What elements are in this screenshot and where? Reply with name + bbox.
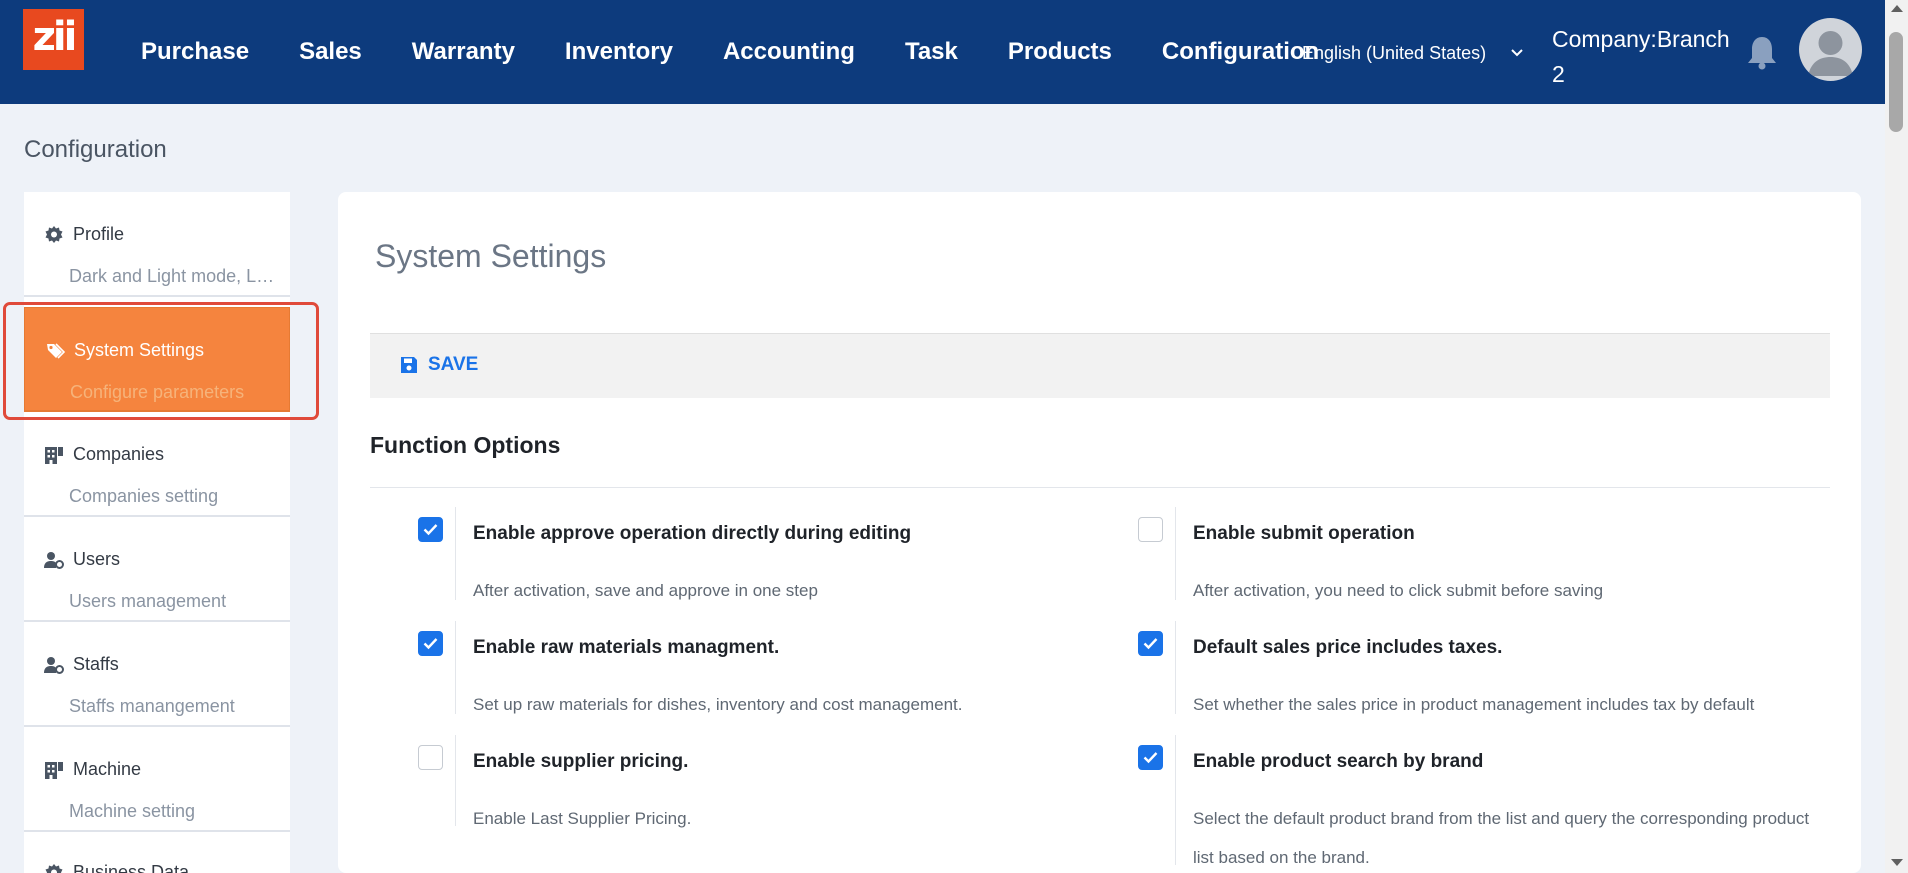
save-label: SAVE — [428, 354, 479, 375]
sidebar-item-subtitle: Companies setting — [69, 486, 219, 506]
user-cog-icon — [44, 551, 64, 569]
option-divider — [1175, 621, 1176, 714]
sidebar-item-label: Profile — [73, 224, 125, 244]
scroll-down-arrow-icon[interactable] — [1891, 859, 1903, 866]
section-title: Function Options — [370, 432, 561, 458]
sidebar-item-business-data[interactable]: Business Data — [24, 832, 290, 873]
option-checkbox[interactable] — [1138, 745, 1163, 770]
option-description: Select the default product brand from th… — [1193, 809, 1810, 867]
page-title: System Settings — [375, 238, 607, 274]
option-divider — [455, 507, 456, 600]
top-navbar: zii Purchase Sales Warranty Inventory Ac… — [0, 0, 1885, 104]
option-description: After activation, you need to click subm… — [1193, 581, 1604, 600]
breadcrumb: Configuration — [24, 136, 167, 163]
sidebar-item-subtitle: Users management — [69, 591, 227, 611]
config-sidebar: Profile Dark and Light mode, Language Sy… — [24, 192, 290, 873]
sidebar-item-profile[interactable]: Profile Dark and Light mode, Language — [24, 192, 290, 297]
sidebar-item-machine[interactable]: Machine Machine setting — [24, 727, 290, 832]
check-icon — [1143, 752, 1158, 764]
option-divider — [1175, 735, 1176, 865]
save-button[interactable]: SAVE — [400, 354, 478, 376]
option-checkbox[interactable] — [1138, 517, 1163, 542]
nav-purchase[interactable]: Purchase — [116, 38, 274, 66]
gear-icon — [45, 863, 63, 873]
sidebar-item-label: Machine — [73, 759, 142, 779]
option-checkbox[interactable] — [1138, 631, 1163, 656]
sidebar-item-label: Users — [73, 549, 121, 569]
app-logo[interactable]: zii — [23, 9, 84, 70]
sidebar-item-subtitle: Dark and Light mode, Language — [69, 266, 281, 286]
option-label: Enable product search by brand — [1193, 751, 1484, 772]
system-settings-card: System Settings SAVE Function Options En… — [338, 192, 1861, 873]
nav-sales[interactable]: Sales — [274, 38, 387, 66]
sidebar-item-subtitle: Staffs manangement — [69, 696, 235, 716]
gear-icon — [45, 225, 63, 243]
sidebar-item-label: Staffs — [73, 654, 119, 674]
scroll-up-arrow-icon[interactable] — [1891, 5, 1903, 12]
option-checkbox[interactable] — [418, 517, 443, 542]
building-icon — [45, 446, 63, 464]
sidebar-item-companies[interactable]: Companies Companies setting — [24, 412, 290, 517]
check-icon — [423, 524, 438, 536]
scroll-thumb[interactable] — [1889, 32, 1903, 132]
option-label: Enable approve operation directly during… — [473, 523, 912, 544]
section-divider — [370, 487, 1830, 488]
option-description: Set whether the sales price in product m… — [1193, 695, 1755, 714]
language-selector[interactable]: English (United States) — [1302, 43, 1486, 64]
sidebar-item-staffs[interactable]: Staffs Staffs manangement — [24, 622, 290, 727]
action-toolbar: SAVE — [370, 333, 1830, 398]
bell-icon[interactable] — [1745, 34, 1779, 70]
avatar[interactable] — [1799, 18, 1862, 81]
option-divider — [455, 735, 456, 826]
nav-task[interactable]: Task — [880, 38, 983, 66]
save-icon — [401, 357, 417, 373]
user-avatar-icon — [1808, 31, 1853, 76]
nav-inventory[interactable]: Inventory — [540, 38, 698, 66]
check-icon — [1143, 638, 1158, 650]
sidebar-item-users[interactable]: Users Users management — [24, 517, 290, 622]
company-selector[interactable]: Company:Branch 2 — [1552, 22, 1732, 92]
sidebar-item-label: Companies — [73, 444, 165, 464]
selection-highlight — [3, 302, 319, 420]
option-label: Default sales price includes taxes. — [1193, 637, 1503, 658]
option-checkbox[interactable] — [418, 631, 443, 656]
building-icon — [45, 761, 63, 779]
nav-warranty[interactable]: Warranty — [387, 38, 540, 66]
option-description: Set up raw materials for dishes, invento… — [473, 695, 963, 714]
main-nav: Purchase Sales Warranty Inventory Accoun… — [116, 38, 1344, 66]
nav-accounting[interactable]: Accounting — [698, 38, 880, 66]
chevron-down-icon[interactable] — [1510, 46, 1524, 60]
sidebar-item-label: Business Data — [73, 862, 190, 873]
option-divider — [1175, 507, 1176, 600]
page-scrollbar[interactable] — [1885, 0, 1908, 873]
option-divider — [455, 621, 456, 714]
option-label: Enable supplier pricing. — [473, 751, 689, 772]
option-description: After activation, save and approve in on… — [473, 581, 818, 600]
nav-products[interactable]: Products — [983, 38, 1137, 66]
check-icon — [423, 638, 438, 650]
option-checkbox[interactable] — [418, 745, 443, 770]
option-label: Enable submit operation — [1193, 523, 1415, 544]
user-cog-icon — [44, 656, 64, 674]
option-description: Enable Last Supplier Pricing. — [473, 809, 692, 828]
option-label: Enable raw materials managment. — [473, 637, 780, 658]
sidebar-item-subtitle: Machine setting — [69, 801, 196, 821]
